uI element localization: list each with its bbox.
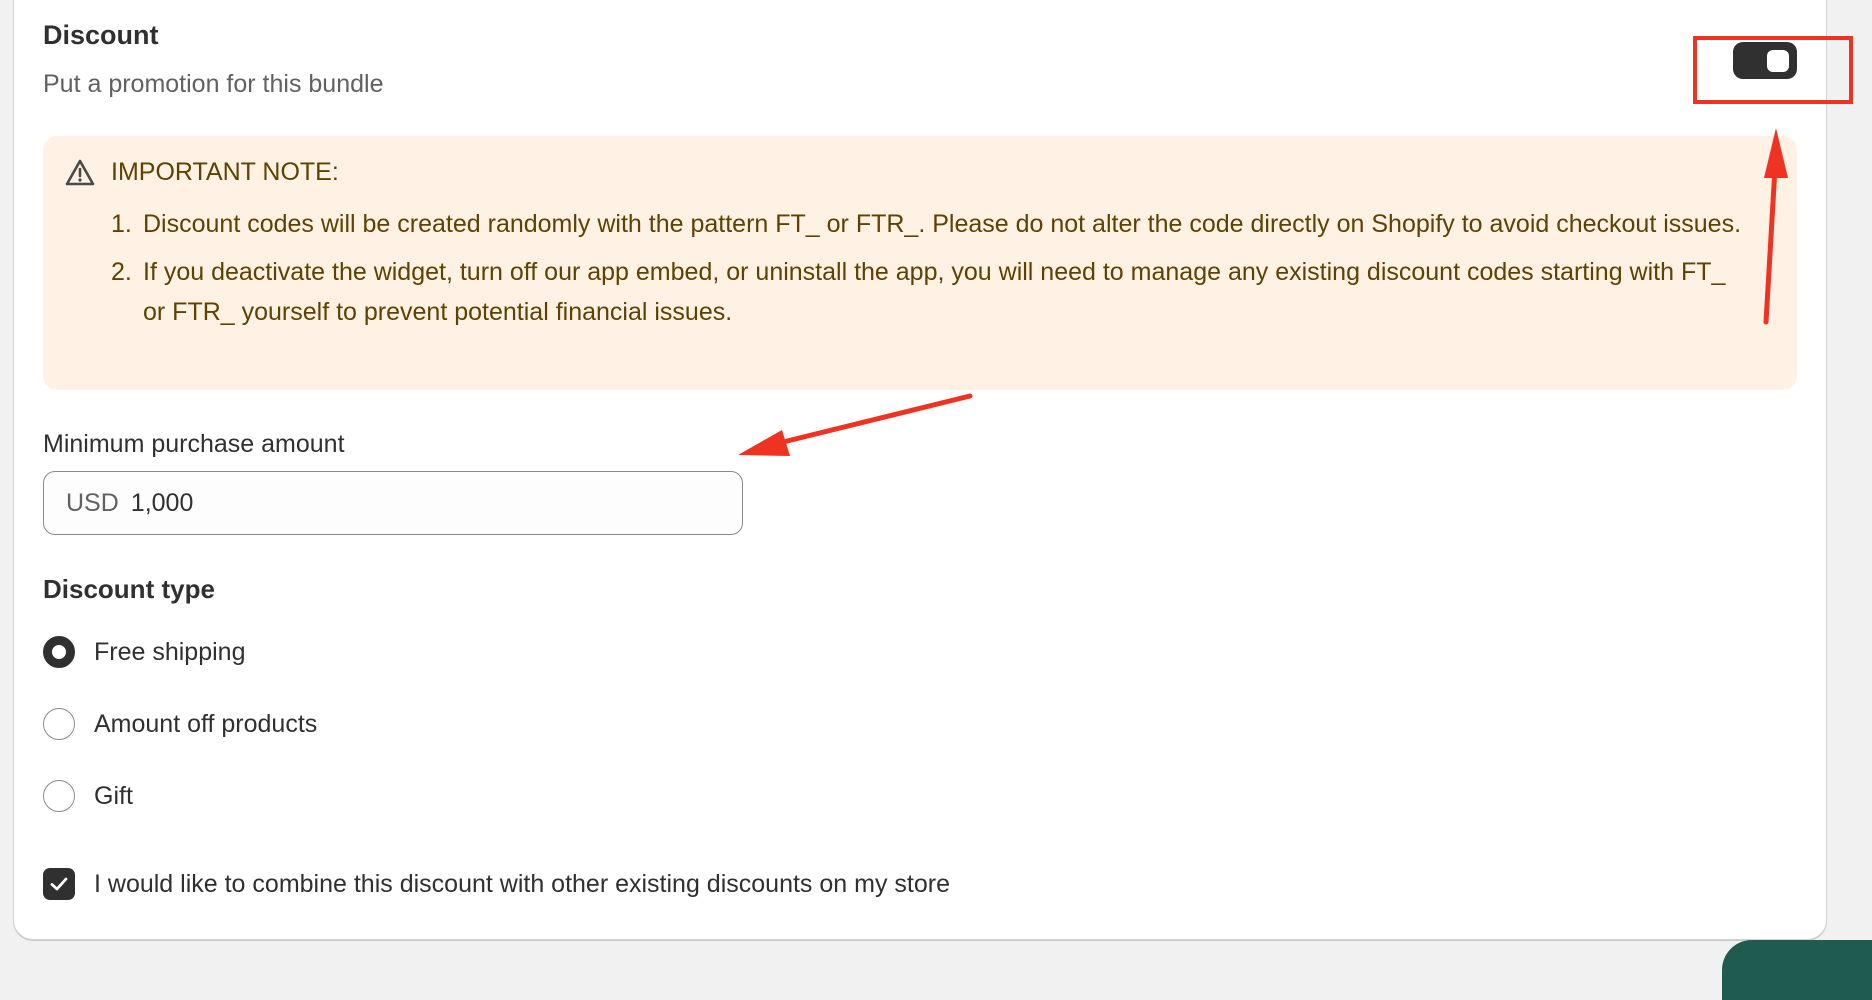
currency-prefix: USD bbox=[66, 488, 119, 517]
notice-item-text: Discount codes will be created randomly … bbox=[143, 210, 1742, 238]
min-purchase-label: Minimum purchase amount bbox=[43, 430, 345, 458]
radio-label: Free shipping bbox=[94, 637, 246, 666]
combine-label: I would like to combine this discount wi… bbox=[94, 869, 950, 898]
combine-checkbox[interactable] bbox=[43, 868, 75, 900]
notice-list: 1. Discount codes will be created random… bbox=[111, 204, 1753, 340]
chat-widget-button[interactable] bbox=[1722, 940, 1872, 1000]
radio-button[interactable] bbox=[43, 636, 75, 668]
notice-item-text: If you deactivate the widget, turn off o… bbox=[143, 258, 1726, 326]
notice-item-number: 1. bbox=[111, 210, 132, 238]
radio-button[interactable] bbox=[43, 780, 75, 812]
radio-label: Gift bbox=[94, 781, 133, 810]
radio-amount-off-products[interactable]: Amount off products bbox=[43, 704, 317, 744]
combine-discounts-option[interactable]: I would like to combine this discount wi… bbox=[43, 864, 950, 904]
annotation-highlight-box bbox=[1693, 36, 1853, 104]
discount-type-title: Discount type bbox=[43, 574, 215, 604]
radio-button[interactable] bbox=[43, 708, 75, 740]
section-title: Discount bbox=[43, 20, 159, 50]
notice-item: 1. Discount codes will be created random… bbox=[111, 204, 1753, 244]
radio-label: Amount off products bbox=[94, 709, 318, 738]
checkmark-icon bbox=[50, 877, 68, 891]
important-note-banner: IMPORTANT NOTE: 1. Discount codes will b… bbox=[43, 136, 1797, 390]
notice-heading: IMPORTANT NOTE: bbox=[111, 158, 339, 186]
section-subtitle: Put a promotion for this bundle bbox=[43, 70, 384, 98]
notice-item-number: 2. bbox=[111, 258, 132, 286]
radio-free-shipping[interactable]: Free shipping bbox=[43, 632, 245, 672]
warning-triangle-icon bbox=[65, 159, 95, 186]
min-purchase-input[interactable] bbox=[130, 488, 631, 518]
notice-item: 2. If you deactivate the widget, turn of… bbox=[111, 252, 1753, 332]
min-purchase-field[interactable]: USD bbox=[43, 471, 743, 535]
radio-gift[interactable]: Gift bbox=[43, 776, 133, 816]
